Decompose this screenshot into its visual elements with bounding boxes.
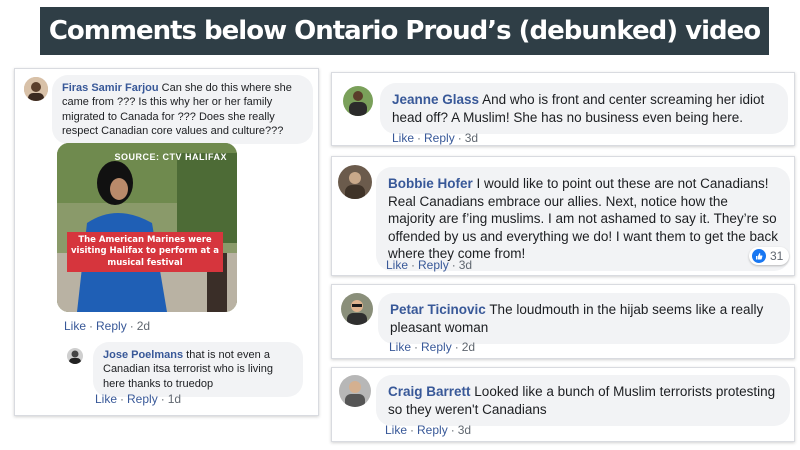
comment-bubble: Petar Ticinovic The loudmouth in the hij…	[378, 293, 790, 345]
comment-age: 3d	[457, 423, 472, 437]
comment-actions: Like · Reply · 3d	[385, 423, 472, 437]
reply-bubble: Jose Poelmans that is not even a Canadia…	[93, 342, 303, 397]
page-title: Comments below Ontario Proud’s (debunked…	[48, 16, 761, 46]
comment-author[interactable]: Firas Samir Farjou	[62, 82, 159, 94]
reply-age: 1d	[167, 392, 182, 406]
comment-bubble: Bobbie Hofer I would like to point out t…	[376, 167, 790, 271]
video-caption: The American Marines were visiting Halif…	[67, 232, 223, 273]
avatar[interactable]	[67, 348, 83, 364]
like-button[interactable]: Like	[385, 423, 407, 437]
avatar[interactable]	[341, 293, 373, 325]
avatar[interactable]	[24, 77, 48, 101]
reply-button[interactable]: Reply	[96, 319, 127, 333]
reply-button[interactable]: Reply	[421, 340, 452, 354]
avatar[interactable]	[339, 375, 371, 407]
title-banner: Comments below Ontario Proud’s (debunked…	[40, 7, 769, 55]
avatar[interactable]	[343, 86, 373, 116]
comment-card-bobbie: Bobbie Hofer I would like to point out t…	[331, 156, 795, 276]
comment-author[interactable]: Jeanne Glass	[392, 92, 479, 107]
comment-bubble: Jeanne Glass And who is front and center…	[380, 83, 788, 135]
comment-actions: Like · Reply · 3d	[386, 258, 473, 272]
comment-actions: Like · Reply · 2d	[389, 340, 476, 354]
like-button[interactable]: Like	[95, 392, 117, 406]
comment-age: 3d	[464, 131, 479, 145]
comment-card-petar: Petar Ticinovic The loudmouth in the hij…	[331, 284, 795, 359]
person-avatar-icon	[341, 293, 373, 325]
person-avatar-icon	[67, 348, 83, 364]
comment-thread-firas: Firas Samir Farjou Can she do this where…	[14, 68, 319, 416]
reply-actions: Like · Reply · 1d	[95, 392, 182, 406]
video-scene-image	[57, 143, 237, 312]
comment-actions: Like · Reply · 2d	[64, 319, 151, 333]
comment-card-jeanne: Jeanne Glass And who is front and center…	[331, 72, 795, 146]
reply-button[interactable]: Reply	[418, 258, 449, 272]
reaction-count-value: 31	[770, 249, 784, 263]
comment-author[interactable]: Bobbie Hofer	[388, 176, 473, 191]
person-avatar-icon	[24, 77, 48, 101]
person-avatar-icon	[339, 375, 371, 407]
like-button[interactable]: Like	[389, 340, 411, 354]
reaction-count[interactable]: 31	[749, 247, 790, 265]
like-button[interactable]: Like	[392, 131, 414, 145]
comment-card-craig: Craig Barrett Looked like a bunch of Mus…	[331, 367, 795, 442]
comment-author[interactable]: Craig Barrett	[388, 384, 471, 399]
comment-author[interactable]: Petar Ticinovic	[390, 302, 486, 317]
reply-button[interactable]: Reply	[417, 423, 448, 437]
like-button[interactable]: Like	[386, 258, 408, 272]
video-source-label: SOURCE: CTV HALIFAX	[114, 152, 227, 162]
avatar[interactable]	[338, 165, 372, 199]
comment-bubble: Firas Samir Farjou Can she do this where…	[52, 75, 313, 145]
reply-button[interactable]: Reply	[424, 131, 455, 145]
video-thumbnail[interactable]: SOURCE: CTV HALIFAX The American Marines…	[57, 143, 237, 312]
person-avatar-icon	[338, 165, 372, 199]
comment-actions: Like · Reply · 3d	[392, 131, 479, 145]
comment-age: 3d	[458, 258, 473, 272]
thumbs-up-icon	[752, 249, 766, 263]
comment-bubble: Craig Barrett Looked like a bunch of Mus…	[376, 375, 790, 427]
comment-age: 2d	[461, 340, 476, 354]
like-button[interactable]: Like	[64, 319, 86, 333]
reply-author[interactable]: Jose Poelmans	[103, 349, 183, 361]
reply-button[interactable]: Reply	[127, 392, 158, 406]
person-avatar-icon	[343, 86, 373, 116]
comment-age: 2d	[136, 319, 151, 333]
